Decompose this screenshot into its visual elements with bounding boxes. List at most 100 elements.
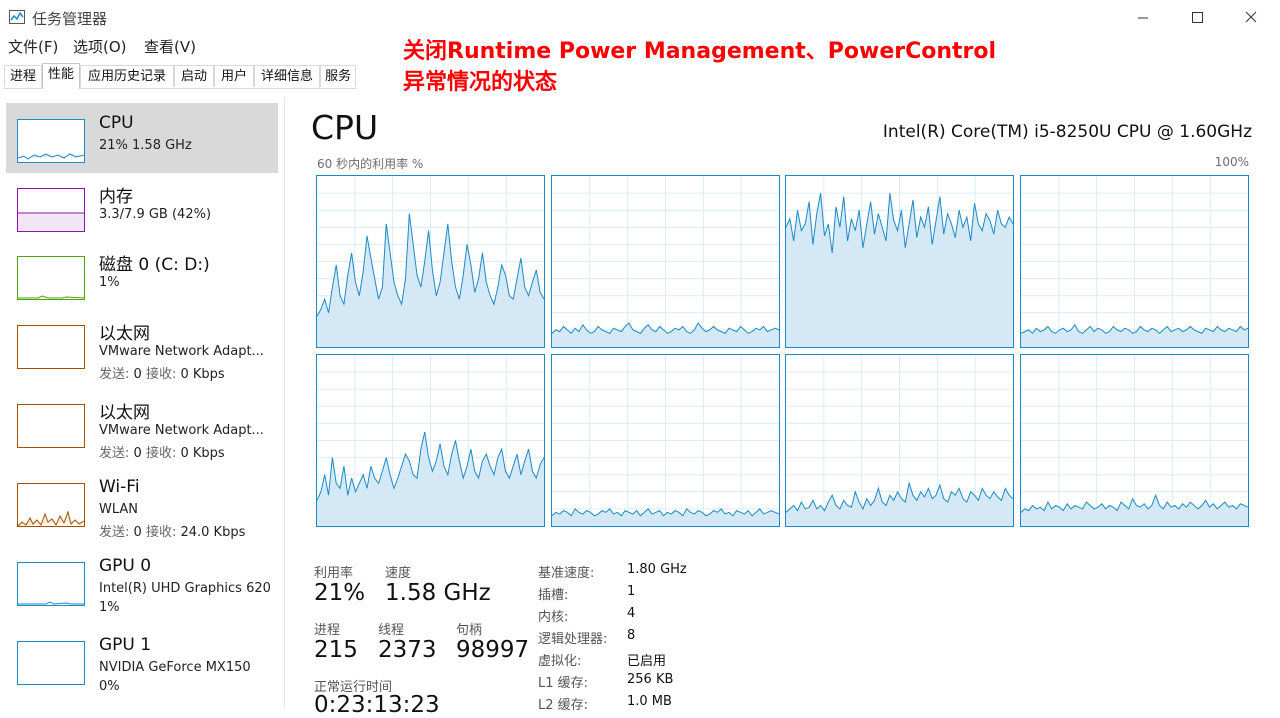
speed-value: 1.58 GHz [385, 580, 491, 606]
sidebar-item-gpu-1[interactable]: GPU 1 NVIDIA GeForce MX150 0% [6, 625, 278, 695]
core-graph-7 [1020, 354, 1249, 527]
spec-value: 8 [627, 628, 636, 643]
spec-value: 256 KB [627, 672, 674, 687]
sidebar-item-ethernet-2[interactable]: 以太网 VMware Network Adapt... 发送: 0 接收: 0 … [6, 388, 278, 461]
core-utilization-chart [1021, 176, 1248, 347]
sidebar-item-throughput: 发送: 0 接收: 24.0 Kbps [99, 521, 245, 540]
menu-options[interactable]: 选项(O) [73, 36, 127, 57]
spec-value: 1 [627, 584, 636, 599]
minimize-icon [1138, 17, 1148, 19]
spec-label: 内核: [538, 610, 569, 625]
sidebar-item-detail: WLAN [99, 502, 139, 517]
graph-caption: 60 秒内的利用率 % [317, 157, 424, 171]
cpu-mini-graph [17, 119, 85, 163]
sidebar-item-name: GPU 0 [99, 556, 152, 576]
disk-mini-graph [17, 256, 85, 300]
sidebar-item-name: Wi-Fi [99, 477, 140, 497]
sidebar-item-ethernet-1[interactable]: 以太网 VMware Network Adapt... 发送: 0 接收: 0 … [6, 309, 278, 382]
spec-label: L2 缓存: [538, 698, 589, 713]
core-graph-6 [785, 354, 1014, 527]
spec-label: 插槽: [538, 588, 569, 603]
sidebar-item-detail: VMware Network Adapt... [99, 423, 264, 438]
close-button[interactable] [1228, 4, 1274, 30]
sidebar-item-detail: Intel(R) UHD Graphics 620 [99, 581, 271, 596]
sidebar-item-throughput: 发送: 0 接收: 0 Kbps [99, 363, 225, 382]
threads-label: 线程 [378, 623, 405, 638]
title-bar: 任务管理器 [0, 0, 1280, 34]
core-utilization-chart [552, 176, 779, 347]
sidebar-item-throughput: 发送: 0 接收: 0 Kbps [99, 442, 225, 461]
ethernet-mini-graph [17, 325, 85, 369]
sidebar-item-name: 磁盘 0 (C: D:) [99, 255, 210, 275]
spec-value: 1.80 GHz [627, 562, 687, 577]
core-utilization-chart [317, 176, 544, 347]
core-utilization-chart [786, 176, 1013, 347]
send-value: 0 [133, 446, 142, 461]
gpu0-mini-graph [17, 562, 85, 606]
gpu1-mini-graph [17, 641, 85, 685]
sidebar-item-wifi[interactable]: Wi-Fi WLAN 发送: 0 接收: 24.0 Kbps [6, 467, 278, 540]
sidebar-item-usage: 1% [99, 600, 120, 615]
core-utilization-chart [786, 355, 1013, 526]
core-utilization-chart [552, 355, 779, 526]
sidebar-item-cpu[interactable]: CPU 21% 1.58 GHz [6, 103, 278, 173]
graph-max-label: 100% [1214, 155, 1249, 169]
recv-label: 接收: [145, 446, 177, 461]
send-value: 0 [133, 367, 142, 382]
menu-view[interactable]: 查看(V) [144, 36, 196, 57]
utilization-value: 21% [314, 580, 366, 606]
spec-label: 虚拟化: [538, 654, 582, 669]
menu-file[interactable]: 文件(F) [8, 36, 58, 57]
sidebar-item-detail: VMware Network Adapt... [99, 344, 264, 359]
send-label: 发送: [99, 367, 130, 382]
window-title: 任务管理器 [32, 10, 108, 28]
recv-value: 0 Kbps [180, 446, 225, 461]
annotation-line-1: 关闭Runtime Power Management、PowerControl [403, 39, 997, 64]
tab-startup[interactable]: 启动 [174, 65, 214, 87]
send-label: 发送: [99, 446, 130, 461]
handles-label: 句柄 [456, 623, 483, 638]
processes-value: 215 [314, 637, 358, 663]
recv-label: 接收: [145, 367, 177, 382]
tab-details[interactable]: 详细信息 [254, 65, 320, 87]
uptime-value: 0:23:13:23 [314, 692, 440, 718]
core-utilization-chart [317, 355, 544, 526]
page-title: CPU [311, 108, 379, 147]
sidebar-item-detail: 3.3/7.9 GB (42%) [99, 207, 212, 222]
wifi-mini-graph [17, 483, 85, 527]
sidebar-item-name: CPU [99, 113, 134, 133]
tab-services[interactable]: 服务 [320, 65, 356, 87]
sidebar-item-detail: 1% [99, 275, 120, 290]
maximize-button[interactable] [1174, 4, 1220, 30]
cpu-core-graphs [316, 175, 1250, 529]
sidebar-item-detail: NVIDIA GeForce MX150 [99, 660, 251, 675]
handles-value: 98997 [456, 637, 530, 663]
core-graph-2 [785, 175, 1014, 348]
speed-label: 速度 [385, 566, 412, 581]
annotation-line-2: 异常情况的状态 [403, 70, 558, 95]
send-label: 发送: [99, 525, 130, 540]
sidebar-item-disk[interactable]: 磁盘 0 (C: D:) 1% [6, 240, 278, 310]
sidebar-item-memory[interactable]: 内存 3.3/7.9 GB (42%) [6, 172, 278, 242]
processes-label: 进程 [314, 623, 341, 638]
utilization-label: 利用率 [314, 566, 354, 581]
memory-mini-graph [17, 188, 85, 232]
recv-label: 接收: [145, 525, 177, 540]
tab-processes[interactable]: 进程 [4, 65, 42, 87]
tab-strip: 进程 性能 应用历史记录 启动 用户 详细信息 服务 [4, 63, 356, 89]
core-graph-0 [316, 175, 545, 348]
core-graph-5 [551, 354, 780, 527]
spec-value: 4 [627, 606, 636, 621]
sidebar-item-gpu-0[interactable]: GPU 0 Intel(R) UHD Graphics 620 1% [6, 546, 278, 616]
threads-value: 2373 [378, 637, 437, 663]
recv-value: 0 Kbps [180, 367, 225, 382]
spec-label: L1 缓存: [538, 676, 589, 691]
tab-app-history[interactable]: 应用历史记录 [80, 65, 174, 87]
minimize-button[interactable] [1120, 4, 1166, 30]
sidebar-item-name: GPU 1 [99, 635, 152, 655]
tab-users[interactable]: 用户 [214, 65, 254, 87]
spec-value: 已启用 [627, 654, 667, 669]
tab-performance[interactable]: 性能 [42, 63, 80, 89]
sidebar-item-detail: 21% 1.58 GHz [99, 138, 192, 153]
spec-label: 基准速度: [538, 566, 595, 581]
